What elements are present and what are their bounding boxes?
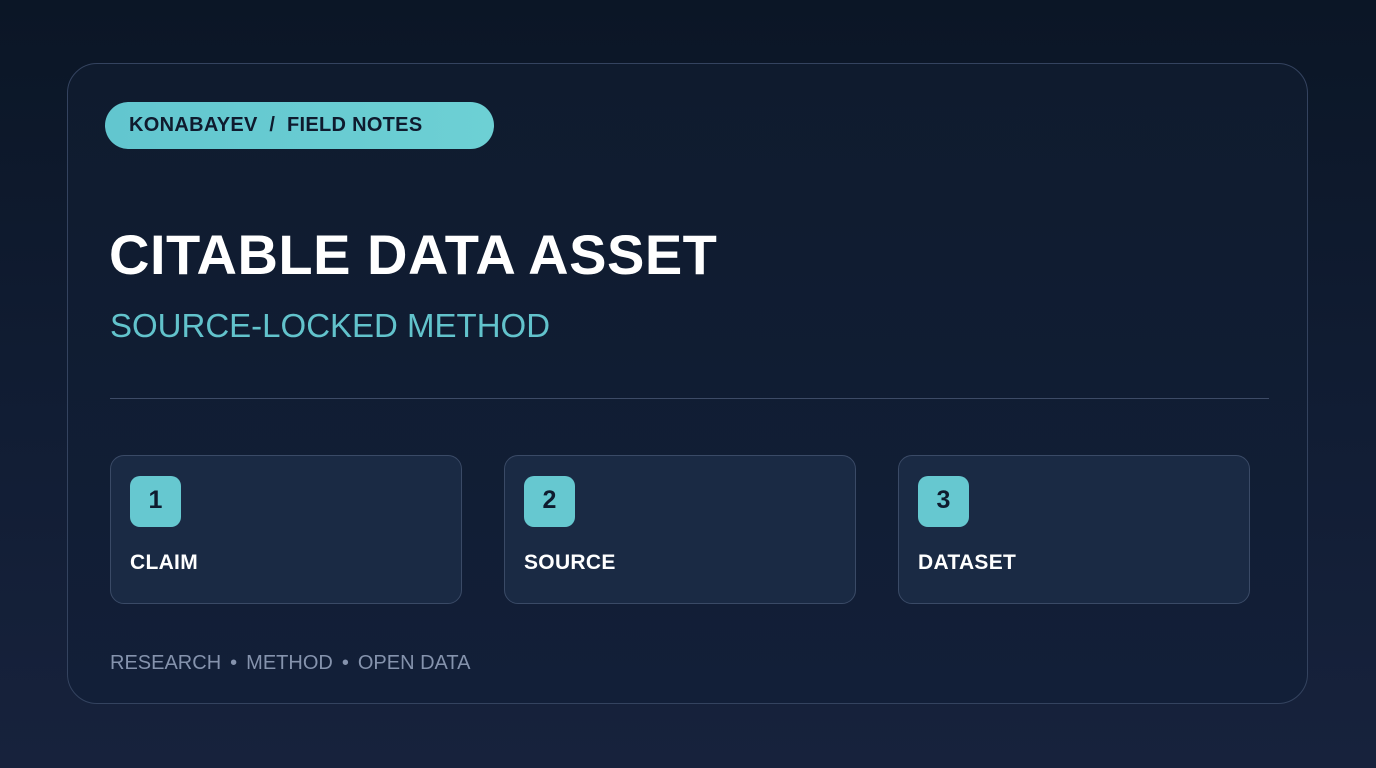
page-subtitle: SOURCE-LOCKED METHOD [110,307,551,344]
footer-tag-open-data: OPEN DATA [357,652,471,674]
page-title: CITABLE DATA ASSET [109,223,718,286]
step-card-dataset: 3 DATASET [898,455,1250,604]
step-card-claim: 1 CLAIM [110,455,462,604]
step-number-badge: 1 [130,476,181,527]
bullet-separator: • [341,652,349,674]
step-label: DATASET [918,551,1017,574]
step-number-badge: 2 [524,476,575,527]
header-tag: KONABAYEV / FIELD NOTES [105,102,494,149]
step-number-badge: 3 [918,476,969,527]
divider [110,398,1269,399]
bullet-separator: • [230,652,238,674]
step-label: SOURCE [524,551,616,574]
footer-tag-method: METHOD [246,652,333,674]
step-card-source: 2 SOURCE [504,455,856,604]
step-label: CLAIM [130,551,198,574]
footer-tags: RESEARCH • METHOD • OPEN DATA [110,651,470,675]
footer-tag-research: RESEARCH [110,652,222,674]
main-card: KONABAYEV / FIELD NOTES CITABLE DATA ASS… [67,63,1308,704]
